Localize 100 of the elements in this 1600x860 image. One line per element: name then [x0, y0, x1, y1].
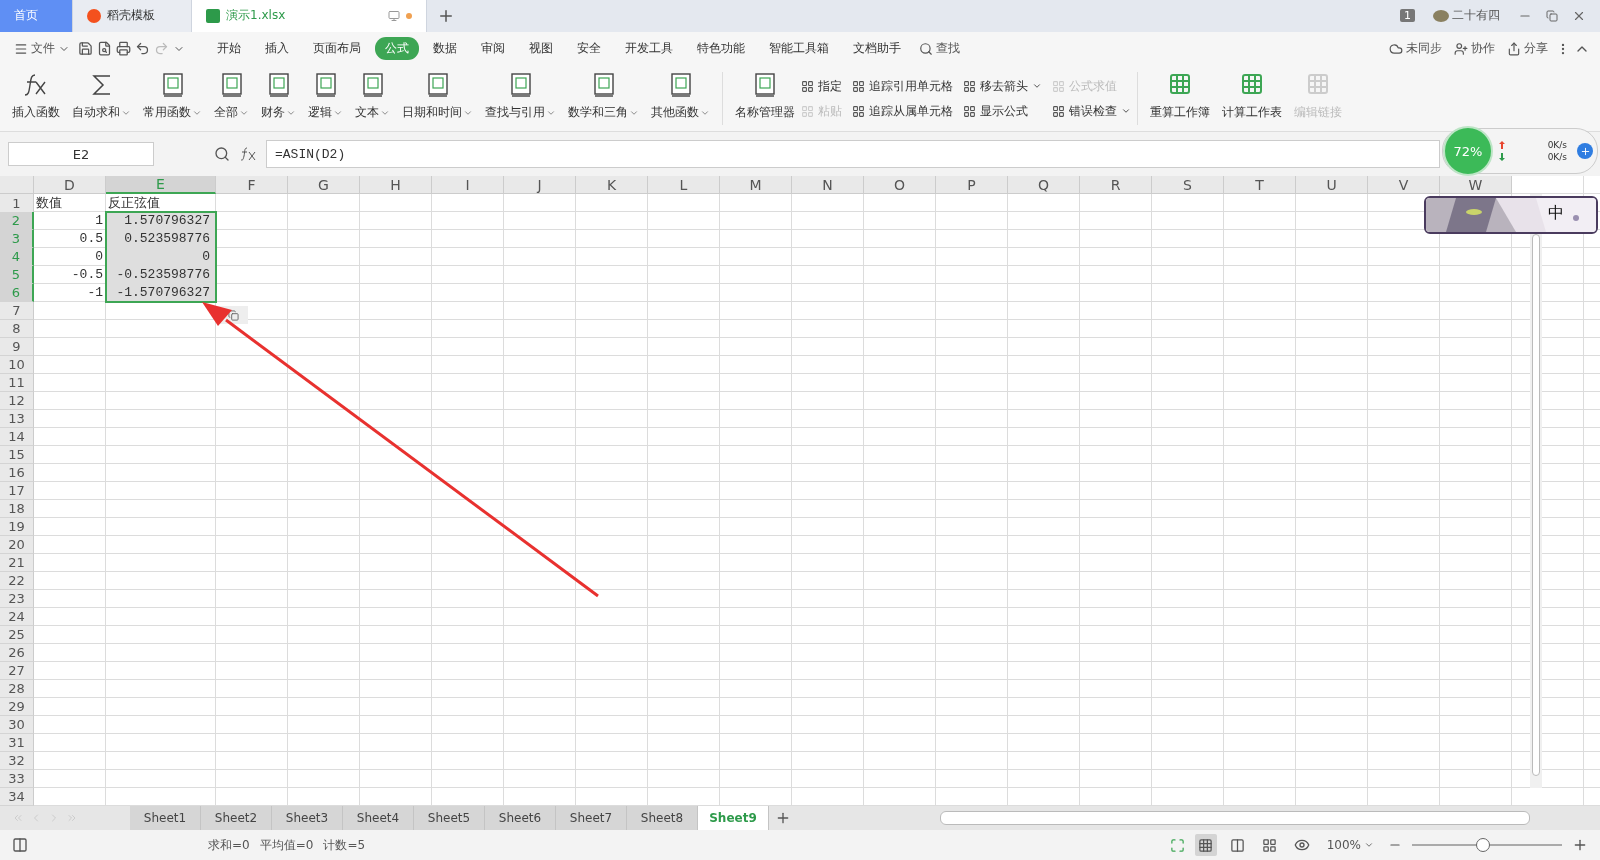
column-header[interactable]: W: [1440, 176, 1512, 195]
column-header[interactable]: Q: [1008, 176, 1080, 195]
column-header[interactable]: I: [432, 176, 504, 195]
name-manager-button[interactable]: 名称管理器: [729, 65, 801, 132]
ribbon-tab[interactable]: 审阅: [471, 37, 515, 61]
column-header[interactable]: U: [1296, 176, 1368, 195]
row-header[interactable]: 16: [0, 464, 34, 483]
row-header[interactable]: 33: [0, 770, 34, 789]
search-button[interactable]: 查找: [915, 40, 964, 58]
function-button[interactable]: 逻辑: [302, 65, 349, 132]
column-header[interactable]: G: [288, 176, 360, 195]
ribbon-tab[interactable]: 开发工具: [615, 37, 683, 61]
formula-tool-button[interactable]: 追踪从属单元格: [852, 102, 953, 120]
restore-icon[interactable]: [1546, 9, 1558, 22]
function-button[interactable]: 查找与引用: [479, 65, 562, 132]
sheet-tab[interactable]: Sheet2: [201, 806, 272, 831]
row-header[interactable]: 12: [0, 392, 34, 411]
row-header[interactable]: 23: [0, 590, 34, 609]
search-icon[interactable]: [214, 146, 230, 163]
document-tab[interactable]: 稻壳模板: [73, 0, 192, 32]
ribbon-tab[interactable]: 文档助手: [843, 37, 911, 61]
row-header[interactable]: 18: [0, 500, 34, 519]
user-button[interactable]: 二十有四: [1429, 7, 1504, 25]
ribbon-tab[interactable]: 安全: [567, 37, 611, 61]
scroll-thumb[interactable]: [1532, 234, 1540, 777]
name-box[interactable]: E2: [8, 142, 154, 167]
ribbon-tab[interactable]: 智能工具箱: [759, 37, 839, 61]
ribbon-tab[interactable]: 数据: [423, 37, 467, 61]
column-header[interactable]: P: [936, 176, 1008, 195]
row-header[interactable]: 32: [0, 752, 34, 771]
function-button[interactable]: 财务: [255, 65, 302, 132]
row-header[interactable]: 24: [0, 608, 34, 627]
row-header[interactable]: 13: [0, 410, 34, 429]
ribbon-tab[interactable]: 插入: [255, 37, 299, 61]
vertical-scrollbar[interactable]: [1530, 194, 1542, 789]
row-header[interactable]: 8: [0, 320, 34, 339]
row-header[interactable]: 25: [0, 626, 34, 645]
column-header[interactable]: F: [216, 176, 288, 195]
column-header[interactable]: R: [1080, 176, 1152, 195]
sync-button[interactable]: 未同步: [1385, 40, 1446, 58]
row-header[interactable]: 22: [0, 572, 34, 591]
collaborate-button[interactable]: 协作: [1450, 40, 1499, 58]
column-header[interactable]: H: [360, 176, 432, 195]
calculate-button[interactable]: 重算工作簿: [1144, 65, 1216, 132]
sheet-tab[interactable]: Sheet1: [130, 806, 201, 831]
column-header[interactable]: J: [504, 176, 576, 195]
ribbon-tab[interactable]: 页面布局: [303, 37, 371, 61]
formula-field[interactable]: =ASIN(D2): [266, 140, 1440, 169]
sheet-tab[interactable]: Sheet7: [556, 806, 627, 831]
sheet-tab[interactable]: Sheet6: [485, 806, 556, 831]
row-header[interactable]: 31: [0, 734, 34, 753]
function-button[interactable]: 其他函数: [645, 65, 716, 132]
ribbon-tab[interactable]: 视图: [519, 37, 563, 61]
row-header[interactable]: 21: [0, 554, 34, 573]
zoom-level-button[interactable]: 100%: [1322, 838, 1378, 853]
formula-tool-button[interactable]: 移去箭头: [963, 77, 1042, 95]
row-header[interactable]: 7: [0, 302, 34, 321]
sheet-tab[interactable]: Sheet8: [627, 806, 698, 831]
sheet-tab[interactable]: Sheet3: [272, 806, 343, 831]
preview-icon[interactable]: [97, 41, 112, 57]
row-header[interactable]: 11: [0, 374, 34, 393]
slider-thumb[interactable]: [1475, 838, 1490, 853]
share-button[interactable]: 分享: [1503, 40, 1552, 58]
print-icon[interactable]: [116, 41, 131, 57]
row-header[interactable]: 26: [0, 644, 34, 663]
row-header[interactable]: 34: [0, 788, 34, 807]
file-menu[interactable]: 文件: [10, 40, 74, 58]
undo-icon[interactable]: [135, 41, 150, 57]
row-header[interactable]: 10: [0, 356, 34, 375]
function-button[interactable]: 自动求和: [66, 65, 137, 132]
formula-tool-button[interactable]: 显示公式: [963, 102, 1042, 120]
row-header[interactable]: 30: [0, 716, 34, 735]
row-header[interactable]: 20: [0, 536, 34, 555]
add-button[interactable]: [1577, 143, 1593, 159]
fullscreen-icon[interactable]: [1169, 837, 1185, 853]
formula-tool-button[interactable]: 追踪引用单元格: [852, 77, 953, 95]
status-tool-icon[interactable]: [12, 837, 28, 854]
row-header[interactable]: 14: [0, 428, 34, 447]
function-button[interactable]: 插入函数: [6, 65, 66, 132]
function-button[interactable]: 数学和三角: [562, 65, 645, 132]
horizontal-scrollbar[interactable]: [940, 811, 1530, 826]
row-header[interactable]: 17: [0, 482, 34, 501]
sheet-tab[interactable]: Sheet9: [698, 806, 769, 831]
column-header[interactable]: D: [34, 176, 106, 195]
column-header[interactable]: N: [792, 176, 864, 195]
row-header[interactable]: 19: [0, 518, 34, 537]
normal-view-button[interactable]: [1194, 834, 1217, 857]
column-header[interactable]: V: [1368, 176, 1440, 195]
formula-tool-button[interactable]: 指定: [801, 77, 842, 95]
sheet-tab[interactable]: Sheet4: [343, 806, 414, 831]
row-header[interactable]: 27: [0, 662, 34, 681]
row-header[interactable]: 29: [0, 698, 34, 717]
column-header[interactable]: S: [1152, 176, 1224, 195]
ribbon-tab[interactable]: 开始: [207, 37, 251, 61]
column-header[interactable]: M: [720, 176, 792, 195]
calculate-button[interactable]: 计算工作表: [1216, 65, 1288, 132]
save-icon[interactable]: [78, 41, 93, 57]
row-header[interactable]: 9: [0, 338, 34, 357]
column-header[interactable]: O: [864, 176, 936, 195]
document-tab[interactable]: 演示1.xlsx: [192, 0, 427, 32]
